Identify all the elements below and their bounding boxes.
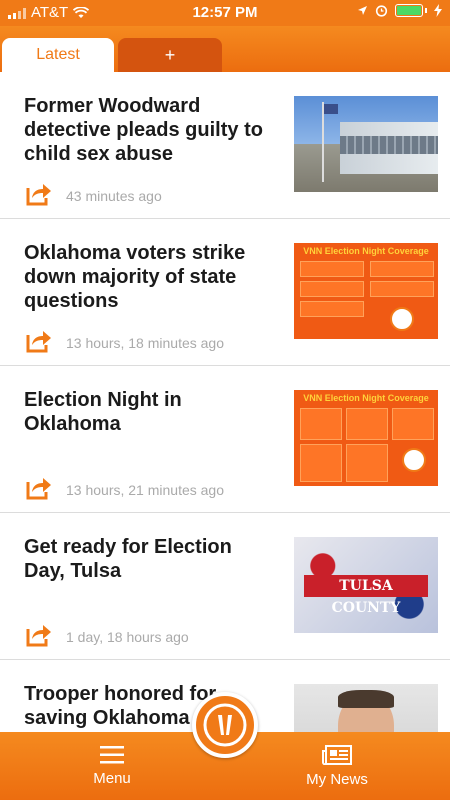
article-timestamp: 43 minutes ago (66, 188, 162, 204)
article-item[interactable]: Oklahoma voters strike down majority of … (0, 219, 450, 366)
thumbnail-cell (370, 261, 434, 277)
flag (324, 104, 338, 114)
article-thumbnail[interactable] (294, 96, 438, 192)
logo-button[interactable] (192, 692, 258, 758)
thumbnail-cell (370, 281, 434, 297)
thumbnail-logo (402, 448, 426, 472)
newspaper-icon (322, 744, 352, 765)
thumbnail-cell (346, 444, 388, 482)
tab-bar: Latest + (0, 26, 450, 72)
my-news-button[interactable]: My News (287, 732, 387, 800)
thumbnail-cell (300, 281, 364, 297)
article-headline[interactable]: Election Night in Oklahoma (24, 388, 274, 436)
share-icon[interactable] (24, 180, 52, 206)
thumbnail-title: VNN Election Night Coverage (303, 246, 429, 256)
location-icon (358, 6, 367, 15)
share-icon[interactable] (24, 621, 52, 647)
article-item[interactable]: Election Night in Oklahoma 13 hours, 21 … (0, 366, 450, 513)
logo-icon (203, 703, 247, 747)
flagpole (322, 102, 324, 182)
thumbnail-cell (300, 408, 342, 440)
share-icon[interactable] (24, 474, 52, 500)
add-tab-button[interactable]: + (118, 38, 222, 72)
battery-icon (395, 4, 423, 17)
article-timestamp: 13 hours, 21 minutes ago (66, 482, 224, 498)
status-right (357, 4, 442, 17)
charging-icon (434, 4, 442, 17)
article-headline[interactable]: Former Woodward detective pleads guilty … (24, 94, 274, 166)
alarm-icon (375, 5, 388, 17)
article-thumbnail[interactable]: VNN Election Night Coverage (294, 390, 438, 486)
article-headline[interactable]: Get ready for Election Day, Tulsa (24, 535, 274, 583)
thumbnail-cell (392, 408, 434, 440)
article-headline[interactable]: Oklahoma voters strike down majority of … (24, 241, 274, 313)
battery-tip (425, 8, 427, 13)
thumbnail-banner: TULSA COUNTY (304, 575, 428, 616)
share-icon[interactable] (24, 327, 52, 353)
thumbnail-title: VNN Election Night Coverage (303, 393, 429, 403)
menu-label: Menu (93, 769, 131, 787)
portrait-hair (338, 690, 394, 708)
menu-button[interactable]: Menu (62, 732, 162, 800)
hamburger-icon (100, 745, 124, 763)
thumbnail-cell (300, 444, 342, 482)
status-bar: AT&T 12:57 PM (0, 0, 450, 26)
thumbnail-cell (300, 301, 364, 317)
thumbnail-cell (346, 408, 388, 440)
article-thumbnail[interactable]: TULSA COUNTY (294, 537, 438, 633)
thumbnail-logo (390, 307, 414, 331)
article-thumbnail[interactable]: VNN Election Night Coverage (294, 243, 438, 339)
thumbnail-cell (300, 261, 364, 277)
building-windows (340, 136, 438, 154)
news-feed[interactable]: Former Woodward detective pleads guilty … (0, 72, 450, 732)
article-item[interactable]: Get ready for Election Day, Tulsa 1 day,… (0, 513, 450, 660)
article-timestamp: 1 day, 18 hours ago (66, 629, 189, 645)
article-item[interactable]: Former Woodward detective pleads guilty … (0, 72, 450, 219)
article-timestamp: 13 hours, 18 minutes ago (66, 335, 224, 351)
tab-latest[interactable]: Latest (2, 38, 114, 72)
article-thumbnail[interactable] (294, 684, 438, 732)
my-news-label: My News (306, 770, 368, 788)
